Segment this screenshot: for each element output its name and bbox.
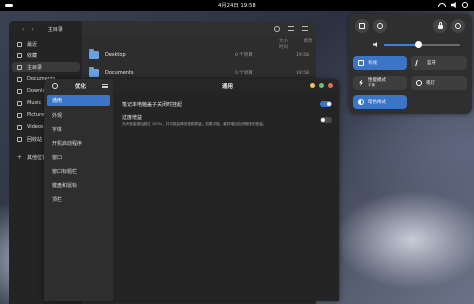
download-icon [17,88,22,94]
file-name: Desktop [105,52,126,58]
bluetooth-icon [415,60,424,66]
home-icon [17,64,22,70]
file-size: 0 个项目 [235,71,253,76]
clock[interactable]: 4月24日 19:58 [218,2,256,9]
sidebar-item-home[interactable]: 主目录 [12,62,80,72]
search-icon[interactable] [274,26,280,32]
tile-label: 有线 [368,60,377,66]
tweaks-item-keyboard-mouse[interactable]: 键盘和鼠标 [47,180,110,191]
tweaks-item-windows[interactable]: 窗口 [47,152,110,163]
sidebar-item-label: Music [27,100,42,106]
suspend-on-lid-close-switch[interactable] [320,101,332,107]
navigation-buttons: ‹ › [22,26,34,33]
path-bar[interactable]: 主目录 [48,26,63,33]
power-button[interactable] [451,19,465,33]
network-icon [438,3,446,7]
trash-icon [17,136,22,142]
file-size: 0 个项目 [235,53,253,58]
folder-icon [89,49,99,59]
page-title: 通用 [222,84,234,90]
night-light-icon [416,80,422,86]
wired-network-icon [358,60,364,66]
document-icon [17,76,22,82]
file-row[interactable]: Documents 0 个项目 19:58 [89,66,309,80]
tweaks-item-startup-apps[interactable]: 开机启动程序 [47,138,110,149]
search-icon[interactable] [52,82,58,89]
star-icon [17,52,22,58]
file-row[interactable]: Desktop 0 个项目 19:58 [89,48,309,62]
forward-button[interactable]: › [31,26,33,33]
sidebar-item-label: 最近 [27,41,38,48]
tweaks-item-top-bar[interactable]: 顶栏 [47,194,110,205]
power-icon [455,23,461,29]
top-bar: 4月24日 19:58 [0,0,474,11]
switch-knob [327,102,331,106]
tile-label: 夜灯 [426,80,435,86]
file-modified: 19:58 [296,52,309,58]
dark-style-icon [358,99,364,105]
tweaks-item-general[interactable]: 通用 [47,95,110,106]
back-button[interactable]: ‹ [22,26,24,33]
system-menu[interactable] [438,2,468,8]
file-manager-header: ‹ › 主目录 [22,21,316,37]
tile-label: 暗色样式 [368,99,386,105]
setting-description: 允许音量增加超过 100%，并可能会降低音频质量；如果可能，最好增加应用程序的音… [122,122,267,126]
bluetooth-toggle[interactable]: 蓝牙 [411,56,467,70]
screenshot-icon [359,23,365,29]
music-icon [17,100,22,106]
tile-subtitle: 平衡 [368,83,376,87]
dark-style-toggle[interactable]: 暗色样式 [353,95,407,109]
file-name: Documents [105,70,134,76]
switch-knob [321,118,325,122]
menu-icon[interactable] [102,84,108,88]
tweaks-item-window-titlebars[interactable]: 窗口标题栏 [47,166,110,177]
video-icon [17,124,22,130]
volume-slider[interactable] [384,41,460,48]
power-mode-toggle[interactable]: 性能模式 平衡 [353,76,407,90]
clock-icon [17,41,22,47]
app-title: 优化 [75,84,87,90]
screenshot-button[interactable] [355,19,369,33]
minimize-button[interactable] [310,83,315,88]
sidebar-item-label: 收藏 [27,52,38,59]
setting-title: 过度增益 [122,115,143,121]
sidebar-item-label: 主目录 [27,64,43,71]
lock-button[interactable] [433,19,447,33]
lock-icon [437,22,443,29]
folder-icon [89,67,99,77]
close-button[interactable] [328,83,333,88]
sidebar-item-label: 回收站 [27,136,43,143]
sidebar-item-starred[interactable]: 收藏 [12,50,80,60]
tweaks-window: 优化 通用 外观 字体 开机启动程序 窗口 窗口标题栏 键盘和鼠标 顶栏 通用 … [44,79,339,301]
night-light-toggle[interactable]: 夜灯 [411,76,467,90]
power-icon [462,2,468,8]
sidebar-item-label: Videos [27,124,44,130]
volume-slider-fill [384,44,419,46]
column-size[interactable]: 大小 [279,39,288,44]
menu-icon[interactable] [302,26,308,31]
volume-icon [451,2,456,8]
sidebar-item-recent[interactable]: 最近 [12,39,80,49]
view-toggle-icon[interactable] [288,26,294,31]
gear-icon [377,23,383,29]
activities-button[interactable] [5,4,13,7]
file-modified: 19:58 [296,70,309,76]
tweaks-item-fonts[interactable]: 字体 [47,124,110,135]
over-amplification-switch[interactable] [320,117,332,123]
wired-network-toggle[interactable]: 有线 [353,56,407,70]
setting-title: 笔记本电脑盖子关闭时挂起 [122,102,183,108]
tile-label: 蓝牙 [427,60,436,66]
tweaks-sidebar: 优化 通用 外观 字体 开机启动程序 窗口 窗口标题栏 键盘和鼠标 顶栏 [44,79,113,301]
picture-icon [17,112,22,118]
tweaks-item-appearance[interactable]: 外观 [47,110,110,121]
power-mode-icon [359,80,363,86]
settings-button[interactable] [373,19,387,33]
maximize-button[interactable] [319,83,324,88]
plus-icon: + [17,153,23,161]
